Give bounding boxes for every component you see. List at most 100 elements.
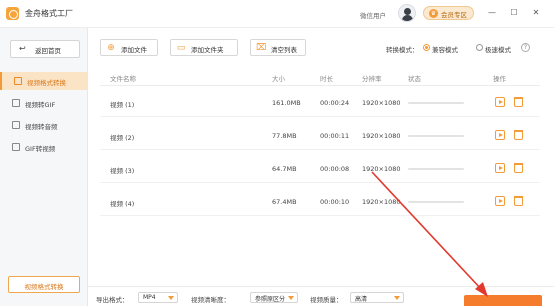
table-row[interactable]: 视频 (4) 67.4MB 00:00:10 1920×1080 <box>100 188 540 216</box>
avatar[interactable] <box>398 4 416 22</box>
trash-icon[interactable] <box>514 97 523 107</box>
file-duration: 00:00:08 <box>320 165 350 173</box>
file-table: 文件名称 大小 时长 分辨率 状态 操作 视频 (1) 161.0MB 00:0… <box>100 67 540 287</box>
sidebar-item-label: GIF转视频 <box>25 145 56 153</box>
row-divider <box>100 149 540 150</box>
chevron-down-icon <box>288 296 294 300</box>
clear-list-button[interactable]: ⌧ 清空列表 <box>250 39 306 56</box>
file-duration: 00:00:24 <box>320 99 350 107</box>
file-resolution: 1920×1080 <box>362 132 401 140</box>
file-size: 67.4MB <box>272 198 297 206</box>
vip-label: 会员专区 <box>441 11 467 19</box>
file-name: 视频 (1) <box>110 101 135 109</box>
row-divider <box>100 182 540 183</box>
file-resolution: 1920×1080 <box>362 165 401 173</box>
progress-bar <box>408 168 464 170</box>
close-icon[interactable]: ✕ <box>530 7 542 19</box>
add-folder-label: 添加文件夹 <box>191 46 224 54</box>
file-size: 77.8MB <box>272 132 297 140</box>
broom-icon: ⌧ <box>256 43 267 53</box>
row-divider <box>100 116 540 117</box>
mode-compat-label[interactable]: 兼容模式 <box>432 44 458 54</box>
clear-list-label: 清空列表 <box>271 46 297 54</box>
format-select[interactable]: MP4 <box>138 292 178 303</box>
mode-fast-radio[interactable] <box>476 44 483 51</box>
convert-all-button[interactable] <box>464 295 542 306</box>
bottom-bar: 导出格式： MP4 视频清晰度： 参照原区分 视频质量： 高清 <box>88 286 554 306</box>
progress-bar <box>408 135 464 137</box>
file-name: 视频 (2) <box>110 134 135 142</box>
maximize-icon[interactable]: ☐ <box>508 7 520 19</box>
row-divider <box>100 215 540 216</box>
minimize-icon[interactable]: — <box>486 7 498 19</box>
play-icon[interactable] <box>495 97 505 107</box>
table-row[interactable]: 视频 (3) 64.7MB 00:00:08 1920×1080 <box>100 155 540 183</box>
file-resolution: 1920×1080 <box>362 99 401 107</box>
quality-label: 视频质量： <box>310 296 343 304</box>
audio-icon <box>12 121 20 129</box>
add-folder-button[interactable]: ▭ 添加文件夹 <box>170 39 238 56</box>
clarity-value: 参照原区分 <box>255 296 286 303</box>
format-value: MP4 <box>143 294 156 301</box>
app-logo-icon <box>6 7 19 20</box>
file-resolution: 1920×1080 <box>362 198 401 206</box>
clarity-label: 视频清晰度： <box>191 296 230 304</box>
add-file-label: 添加文件 <box>121 46 147 54</box>
chevron-down-icon <box>394 296 400 300</box>
file-size: 64.7MB <box>272 165 297 173</box>
plus-icon: ⊕ <box>107 43 115 53</box>
trash-icon[interactable] <box>514 196 523 206</box>
back-arrow-icon: ↩ <box>19 44 26 53</box>
file-name: 视频 (3) <box>110 167 135 175</box>
file-duration: 00:00:10 <box>320 198 350 206</box>
gif-icon <box>12 99 20 107</box>
quality-select[interactable]: 高清 <box>350 292 404 303</box>
back-home-button[interactable]: ↩ 返回首页 <box>10 40 80 58</box>
crown-icon: ♛ <box>429 9 438 18</box>
sidebar: ↩ 返回首页 视频格式转换 视频转GIF 视频转音频 GIF转视频 视频格式转换 <box>0 28 88 306</box>
file-name: 视频 (4) <box>110 200 135 208</box>
progress-bar <box>408 201 464 203</box>
sidebar-item-video-to-audio[interactable]: 视频转音频 <box>0 116 88 134</box>
vip-button[interactable]: ♛ 会员专区 <box>423 6 474 20</box>
play-icon[interactable] <box>495 163 505 173</box>
add-file-button[interactable]: ⊕ 添加文件 <box>100 39 158 56</box>
sidebar-item-label: 视频转GIF <box>25 101 56 109</box>
folder-icon: ▭ <box>176 43 186 53</box>
chevron-down-icon <box>168 296 174 300</box>
play-icon[interactable] <box>495 130 505 140</box>
table-row[interactable]: 视频 (2) 77.8MB 00:00:11 1920×1080 <box>100 122 540 150</box>
mode-fast-label[interactable]: 极速模式 <box>485 44 511 54</box>
trash-icon[interactable] <box>514 130 523 140</box>
app-title: 金舟格式工厂 <box>25 9 73 18</box>
column-header-actions: 操作 <box>493 75 506 83</box>
convert-mode-label: 转换模式： <box>386 46 419 54</box>
file-size: 161.0MB <box>272 99 301 107</box>
quality-value: 高清 <box>355 296 368 303</box>
user-name[interactable]: 微信用户 <box>360 10 386 20</box>
column-header-resolution: 分辨率 <box>362 75 382 83</box>
column-header-size: 大小 <box>272 75 285 83</box>
back-home-label: 返回首页 <box>35 47 61 55</box>
column-header-duration: 时长 <box>320 75 333 83</box>
column-header-status: 状态 <box>408 75 421 83</box>
promo-button[interactable]: 视频格式转换 <box>8 276 80 293</box>
promo-label: 视频格式转换 <box>24 283 64 291</box>
format-label: 导出格式： <box>96 296 129 304</box>
table-row[interactable]: 视频 (1) 161.0MB 00:00:24 1920×1080 <box>100 89 540 117</box>
play-icon[interactable] <box>495 196 505 206</box>
sidebar-item-video-convert[interactable]: 视频格式转换 <box>0 72 88 90</box>
progress-bar <box>408 102 464 104</box>
video-icon <box>14 77 22 85</box>
trash-icon[interactable] <box>514 163 523 173</box>
sidebar-item-gif-to-video[interactable]: GIF转视频 <box>0 138 88 156</box>
mode-compat-radio[interactable] <box>423 44 430 51</box>
film-icon <box>12 143 20 151</box>
header-divider <box>100 85 540 86</box>
sidebar-item-label: 视频格式转换 <box>27 79 66 87</box>
title-bar: 金舟格式工厂 微信用户 ♛ 会员专区 — ☐ ✕ <box>0 0 554 28</box>
help-icon[interactable]: ? <box>521 43 530 52</box>
sidebar-item-label: 视频转音频 <box>25 123 58 131</box>
sidebar-item-video-to-gif[interactable]: 视频转GIF <box>0 94 88 112</box>
clarity-select[interactable]: 参照原区分 <box>250 292 298 303</box>
